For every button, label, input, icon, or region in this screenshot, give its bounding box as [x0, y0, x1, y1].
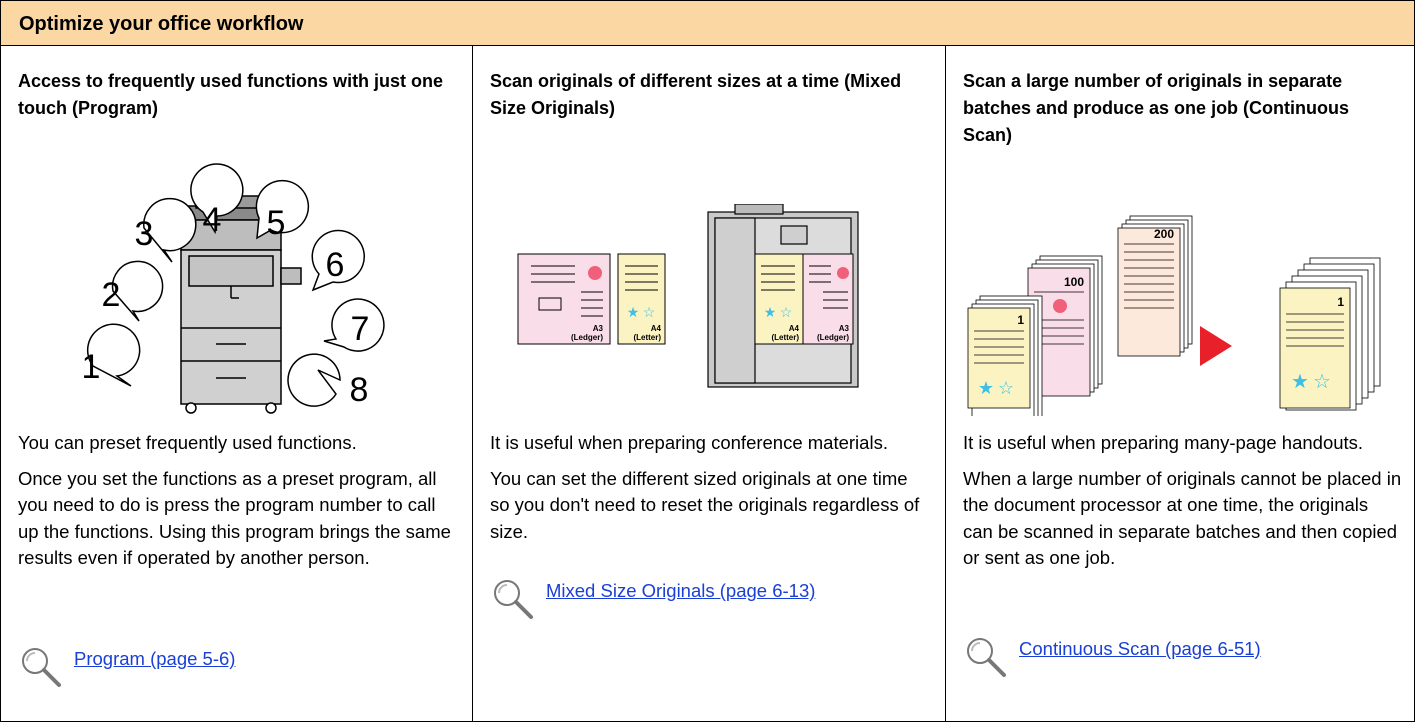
- svg-text:☆: ☆: [780, 304, 793, 320]
- continuous-scan-link[interactable]: Continuous Scan (page 6-51): [1019, 638, 1261, 660]
- paragraph: It is useful when preparing many-page ha…: [963, 432, 1364, 453]
- reference: Continuous Scan (page 6-51): [963, 634, 1403, 694]
- bubble-label: 6: [326, 246, 345, 284]
- svg-text:☆: ☆: [643, 304, 656, 320]
- magnifier-icon: [967, 638, 1006, 677]
- column-mixed-size: Scan originals of different sizes at a t…: [472, 46, 945, 722]
- size-label: (Letter): [771, 333, 799, 342]
- column-body: It is useful when preparing many-page ha…: [963, 430, 1403, 581]
- bubble-label: 8: [350, 371, 369, 409]
- svg-text:★: ★: [1291, 371, 1309, 393]
- paragraph: When a large number of originals cannot …: [963, 467, 1402, 569]
- column-heading: Scan originals of different sizes at a t…: [490, 71, 902, 118]
- magnifier-icon: [22, 648, 61, 687]
- size-label: A3: [839, 324, 850, 333]
- column-body: You can preset frequently used functions…: [18, 430, 458, 581]
- stack-label: 1: [1337, 295, 1344, 309]
- size-label: A3: [593, 324, 604, 333]
- mixed-size-illustration: ★ ☆ A3 (Ledger) A4 (Letter) ★ ☆ A4 (Lett…: [517, 204, 859, 388]
- program-link[interactable]: Program (page 5-6): [74, 648, 235, 670]
- stack-label: 1: [1017, 313, 1024, 327]
- svg-text:★: ★: [764, 304, 777, 320]
- size-label: (Letter): [633, 333, 661, 342]
- column-heading: Scan a large number of originals in sepa…: [963, 71, 1350, 145]
- paragraph: You can set the different sized original…: [490, 467, 920, 542]
- bubble-label: 5: [267, 204, 286, 242]
- reference: Program (page 5-6): [18, 644, 458, 704]
- svg-text:☆: ☆: [998, 378, 1014, 398]
- size-label: A4: [651, 324, 662, 333]
- paragraph: Once you set the functions as a preset p…: [18, 467, 451, 569]
- bubble-label: 3: [135, 215, 154, 253]
- bubble-label: 1: [82, 348, 101, 386]
- column-program: Access to frequently used functions with…: [1, 46, 471, 722]
- arrow-icon: [1200, 326, 1232, 366]
- bubble-label: 7: [351, 310, 370, 348]
- column-continuous-scan: Scan a large number of originals in sepa…: [945, 46, 1415, 722]
- stack-label: 100: [1064, 275, 1084, 289]
- paragraph: It is useful when preparing conference m…: [490, 432, 888, 453]
- mixed-size-originals-link[interactable]: Mixed Size Originals (page 6-13): [546, 580, 815, 602]
- magnifier-icon: [494, 580, 533, 619]
- bubble-8: [287, 353, 341, 407]
- stack-label: 200: [1154, 227, 1174, 241]
- svg-text:★: ★: [627, 304, 640, 320]
- svg-text:★: ★: [978, 378, 994, 398]
- column-heading: Access to frequently used functions with…: [18, 71, 444, 118]
- bubble-label: 2: [102, 276, 121, 314]
- column-body: It is useful when preparing conference m…: [490, 430, 930, 554]
- size-label: A4: [789, 324, 800, 333]
- size-label: (Ledger): [817, 333, 849, 342]
- bubble-label: 4: [203, 201, 222, 239]
- section-title: Optimize your office workflow: [19, 13, 304, 35]
- paragraph: You can preset frequently used functions…: [18, 432, 357, 453]
- reference: Mixed Size Originals (page 6-13): [490, 576, 930, 636]
- continuous-scan-illustration: ★ ☆ 1 100 200 ★ ☆ 1: [967, 215, 1381, 416]
- section-header: Optimize your office workflow: [1, 1, 1414, 46]
- size-label: (Ledger): [571, 333, 603, 342]
- mfp-program-illustration: 1 2 3 4 5 6 7 8: [82, 163, 385, 414]
- page-frame: Optimize your office workflow Access to …: [0, 0, 1415, 722]
- svg-text:☆: ☆: [1313, 371, 1331, 393]
